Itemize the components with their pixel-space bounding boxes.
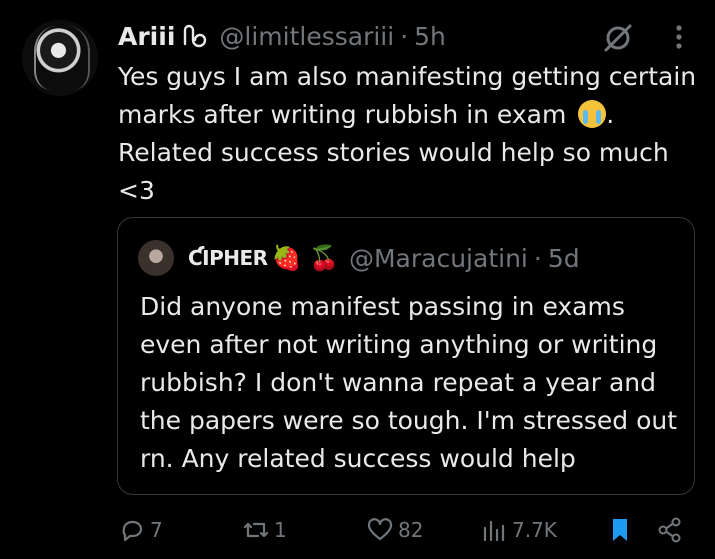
reply-count: 7 [150,518,163,542]
like-count: 82 [398,518,424,542]
post-avatar[interactable] [22,20,98,96]
quoted-name-emoji: 🍓 🍒 [271,244,339,272]
views-count: 7.7K [512,518,557,542]
post-header: Ariii @limitlessariii · 5h [118,18,446,54]
share-button[interactable] [656,512,684,548]
grok-icon[interactable] [602,22,634,54]
post-text-body: Yes guys I am also manifesting getting c… [118,62,705,129]
quoted-handle: @Maracujatini [348,243,528,273]
bookmark-button[interactable] [606,512,634,548]
more-icon[interactable] [666,22,692,52]
share-icon [658,517,681,543]
action-bar: 7 1 82 7.7K [118,512,698,548]
quoted-post[interactable]: ƇIPHER 🍓 🍒 @Maracujatini · 5d Did anyone… [117,217,695,495]
reply-icon [122,520,143,542]
views-icon [483,520,505,542]
quoted-author-name: ƇIPHER [188,246,268,270]
quoted-header: ƇIPHER 🍓 🍒 @Maracujatini · 5d [188,240,580,276]
quoted-avatar [138,240,174,276]
post-text: Yes guys I am also manifesting getting c… [118,58,708,210]
repost-button[interactable]: 1 [242,512,287,548]
loudly-crying-face-icon [578,100,607,128]
quoted-separator: · [533,243,542,273]
reply-button[interactable]: 7 [118,512,163,548]
views-button[interactable]: 7.7K [480,512,557,548]
post-author-name[interactable]: Ariii [118,22,175,51]
repost-icon [243,522,269,538]
post-handle[interactable]: @limitlessariii [219,22,394,51]
quoted-time: 5d [547,243,580,273]
like-icon [367,518,393,541]
separator: · [400,21,409,51]
quoted-text: Did anyone manifest passing in exams eve… [140,292,678,473]
post-time[interactable]: 5h [414,22,446,51]
bookmark-icon [613,519,627,541]
repost-count: 1 [274,518,287,542]
author-badge-icon [181,22,211,50]
like-button[interactable]: 82 [366,512,423,548]
